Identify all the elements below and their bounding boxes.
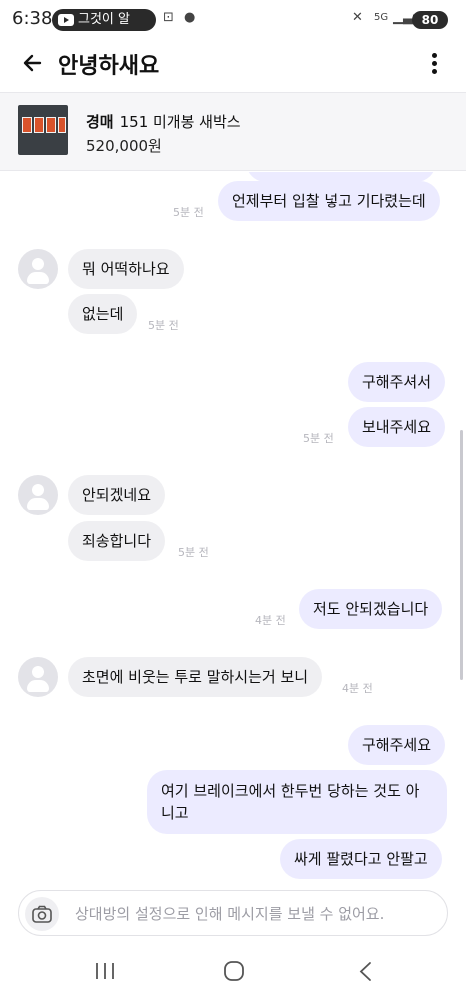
mute-icon: ✕ xyxy=(352,10,363,25)
camera-add-icon[interactable] xyxy=(25,897,59,931)
timestamp: 5분 전 xyxy=(178,546,209,559)
product-price: 520,000원 xyxy=(86,137,162,155)
message-bubble-theirs: 초면에 비웃는 투로 말하시는거 보니 xyxy=(68,657,323,697)
timestamp: 5분 전 xyxy=(173,206,204,219)
product-title-line: 경매 151 미개봉 새박스 xyxy=(86,111,241,132)
battery-indicator: 80 xyxy=(412,11,448,29)
message-bubble-theirs: 없는데 xyxy=(68,294,138,334)
network-label: 5G xyxy=(374,12,389,23)
message-bubble-mine: 구해주세요 xyxy=(348,725,446,765)
chat-title: 안녕하새요 xyxy=(58,54,160,79)
message-bubble-theirs: 죄송합니다 xyxy=(68,521,166,561)
back-nav-icon[interactable] xyxy=(346,959,386,985)
message-bubble-mine: 보내주세요 xyxy=(348,407,446,447)
message-line: 여기 브레이크에서 한두번 당하는 것도 아 xyxy=(161,782,420,800)
system-nav-bar xyxy=(0,945,466,1000)
auction-badge: 경매 xyxy=(86,113,114,131)
product-name: 151 미개봉 새박스 xyxy=(119,113,241,131)
timestamp: 5분 전 xyxy=(303,432,334,445)
status-bar: 6:38 그것이 알 ⊡ ● ✕ 5G ▁▃▅ 80 xyxy=(0,0,466,40)
message-list[interactable]: 5분 전 언제부터 입찰 넣고 기다렸는데 뭐 어떡하나요 없는데 5분 전 구… xyxy=(0,172,466,880)
home-icon[interactable] xyxy=(214,959,254,985)
chat-header: 안녕하새요 xyxy=(0,40,466,90)
message-input-disabled: 상대방의 설정으로 인해 메시지를 보낼 수 없어요. xyxy=(75,905,385,923)
message-bubble-mine: 언제부터 입찰 넣고 기다렸는데 xyxy=(218,181,440,221)
avatar[interactable] xyxy=(18,657,58,697)
message-bubble-theirs: 안되겠네요 xyxy=(68,475,166,515)
notification-text: 그것이 알 xyxy=(78,12,130,27)
message-bubble-theirs: 뭐 어떡하나요 xyxy=(68,249,184,289)
scrollbar[interactable] xyxy=(460,430,463,680)
product-card[interactable]: 경매 151 미개봉 새박스 520,000원 xyxy=(0,92,466,171)
avatar[interactable] xyxy=(18,475,58,515)
youtube-notification-pill: 그것이 알 xyxy=(52,9,156,31)
timestamp: 4분 전 xyxy=(255,614,286,627)
talk-icon: ● xyxy=(184,10,196,25)
timestamp: 5분 전 xyxy=(148,319,179,332)
message-bubble-mine: 구해주셔서 xyxy=(348,362,446,402)
screen-record-icon: ⊡ xyxy=(163,10,174,25)
more-menu-icon[interactable] xyxy=(422,50,446,80)
youtube-icon xyxy=(58,14,74,26)
message-bubble-mine: 저도 안되겠습니다 xyxy=(299,589,443,629)
message-line: 니고 xyxy=(161,804,189,822)
recent-apps-icon[interactable] xyxy=(85,959,125,985)
timestamp: 4분 전 xyxy=(342,682,373,695)
clock: 6:38 xyxy=(12,8,53,29)
message-bubble-mine: 여기 브레이크에서 한두번 당하는 것도 아 니고 xyxy=(147,770,447,834)
message-input-bar: 상대방의 설정으로 인해 메시지를 보낼 수 없어요. xyxy=(18,890,448,936)
avatar[interactable] xyxy=(18,249,58,289)
message-bubble-mine: 싸게 팔렸다고 안팔고 xyxy=(280,839,442,879)
product-thumbnail xyxy=(18,105,68,155)
back-arrow-icon[interactable] xyxy=(18,48,48,78)
